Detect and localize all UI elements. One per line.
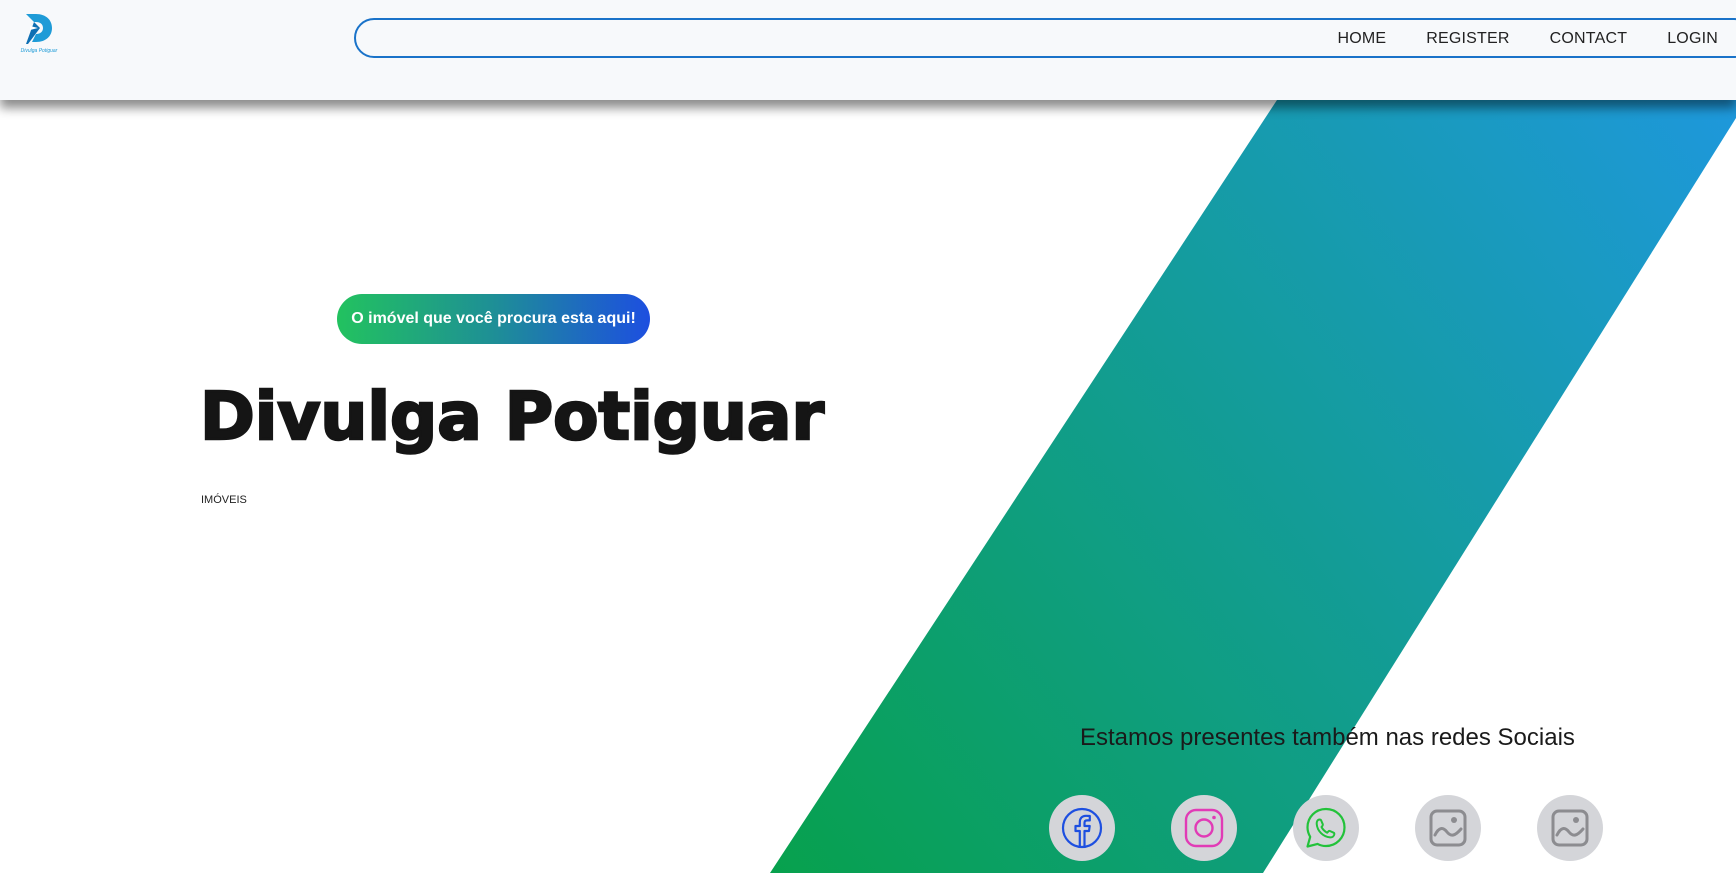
- social-placeholder-button-2[interactable]: [1537, 795, 1603, 861]
- hero-title: Divulga Potiguar: [199, 377, 826, 457]
- image-placeholder-icon: [1551, 809, 1589, 847]
- nav-home-link[interactable]: HOME: [1337, 30, 1386, 48]
- social-placeholder-button-1[interactable]: [1415, 795, 1481, 861]
- instagram-icon: [1184, 808, 1224, 848]
- nav-register-link[interactable]: REGISTER: [1426, 30, 1509, 48]
- hero-subtitle: IMÓVEIS: [201, 494, 247, 506]
- top-navbar: Divulga Potiguar HOME REGISTER CONTACT L…: [0, 0, 1736, 100]
- hero-tagline-badge: O imóvel que você procura esta aqui!: [337, 294, 650, 344]
- image-placeholder-icon: [1429, 809, 1467, 847]
- whatsapp-button[interactable]: [1293, 795, 1359, 861]
- page: Divulga Potiguar HOME REGISTER CONTACT L…: [0, 0, 1736, 873]
- nav-login-link[interactable]: LOGIN: [1667, 30, 1718, 48]
- social-section-title: Estamos presentes também nas redes Socia…: [1080, 724, 1575, 751]
- facebook-icon: [1061, 807, 1103, 849]
- main-nav: HOME REGISTER CONTACT LOGIN: [1297, 0, 1718, 78]
- instagram-button[interactable]: [1171, 795, 1237, 861]
- whatsapp-icon: [1306, 807, 1346, 848]
- facebook-button[interactable]: [1049, 795, 1115, 861]
- social-links: [1049, 795, 1659, 861]
- svg-text:Divulga Potiguar: Divulga Potiguar: [21, 48, 58, 54]
- site-logo[interactable]: Divulga Potiguar: [12, 10, 66, 54]
- logo-icon: Divulga Potiguar: [21, 14, 58, 54]
- nav-contact-link[interactable]: CONTACT: [1550, 30, 1628, 48]
